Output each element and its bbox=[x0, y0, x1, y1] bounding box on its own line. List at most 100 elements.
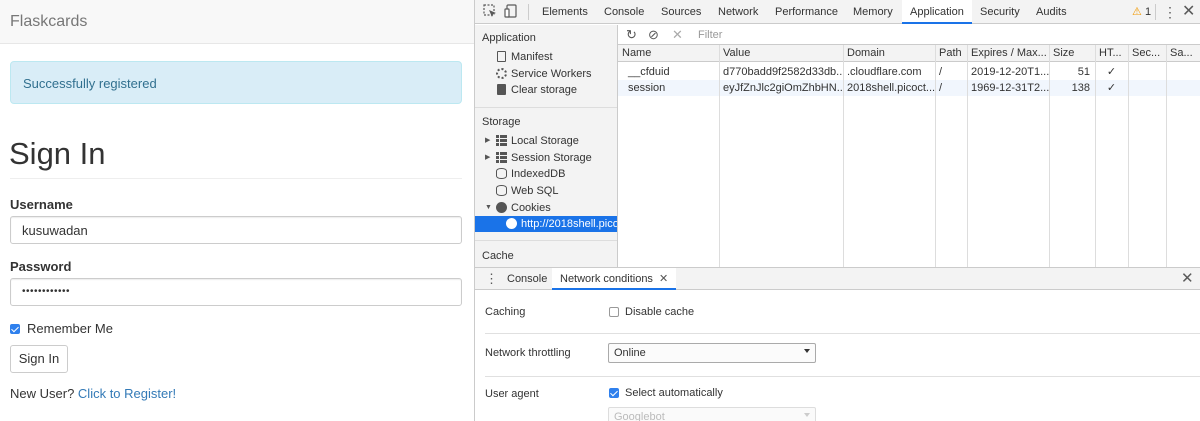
sidebar-header-cache: Cache bbox=[482, 250, 514, 262]
close-tab-icon[interactable]: ✕ bbox=[659, 273, 668, 285]
sidebar-item-indexeddb[interactable]: IndexedDB bbox=[475, 166, 617, 182]
column-divider[interactable] bbox=[935, 45, 936, 267]
sidebar-item-session-storage[interactable]: ▶ Session Storage bbox=[475, 150, 617, 166]
sidebar-item-label: Cookies bbox=[511, 202, 551, 214]
tab-sources[interactable]: Sources bbox=[661, 0, 701, 24]
user-agent-label: User agent bbox=[485, 388, 539, 400]
column-divider[interactable] bbox=[1166, 45, 1167, 267]
sidebar-item-service-workers[interactable]: Service Workers bbox=[475, 66, 617, 82]
tab-memory[interactable]: Memory bbox=[853, 0, 893, 24]
register-link[interactable]: Click to Register! bbox=[78, 386, 176, 401]
column-header-name[interactable]: Name bbox=[618, 45, 719, 62]
brand-link[interactable]: Flaskcards bbox=[10, 13, 87, 31]
tab-application[interactable]: Application bbox=[902, 0, 972, 24]
tab-security[interactable]: Security bbox=[980, 0, 1020, 24]
warning-count: 1 bbox=[1144, 6, 1152, 18]
sidebar-item-label: Session Storage bbox=[511, 152, 592, 164]
column-divider[interactable] bbox=[1095, 45, 1096, 267]
drawer-tab-network-conditions[interactable]: Network conditions ✕ bbox=[552, 268, 677, 290]
column-header-path[interactable]: Path bbox=[935, 45, 967, 62]
cell-domain: 2018shell.picoct... bbox=[847, 82, 935, 94]
expand-arrow-icon[interactable]: ▶ bbox=[485, 133, 490, 149]
network-conditions-panel: Caching Disable cache Network throttling… bbox=[475, 290, 1200, 421]
column-divider[interactable] bbox=[967, 45, 968, 267]
inspect-element-icon[interactable] bbox=[482, 4, 498, 20]
close-drawer-icon[interactable]: ✕ bbox=[1181, 269, 1194, 289]
tab-performance[interactable]: Performance bbox=[775, 0, 838, 24]
cell-expires: 1969-12-31T2... bbox=[971, 82, 1049, 94]
column-header-size[interactable]: Size bbox=[1049, 45, 1095, 62]
column-divider[interactable] bbox=[719, 45, 720, 267]
throttling-value: Online bbox=[614, 347, 646, 359]
sidebar-item-label: http://2018shell.picoctf.com bbox=[521, 218, 618, 230]
user-agent-select[interactable]: Googlebot bbox=[608, 407, 816, 421]
warning-icon: ⚠ bbox=[1132, 6, 1142, 18]
cookie-filter-input[interactable] bbox=[694, 26, 954, 43]
remember-checkbox[interactable] bbox=[10, 323, 20, 334]
username-input[interactable]: kusuwadan bbox=[10, 216, 462, 244]
devtools-panel: Elements Console Sources Network Perform… bbox=[474, 0, 1200, 421]
warnings-counter[interactable]: ⚠ 1 bbox=[1132, 0, 1151, 24]
tab-network[interactable]: Network bbox=[718, 0, 758, 24]
disable-cache-option[interactable]: Disable cache bbox=[609, 306, 694, 318]
tab-elements[interactable]: Elements bbox=[542, 0, 588, 24]
tab-console[interactable]: Console bbox=[604, 0, 644, 24]
throttling-select[interactable]: Online bbox=[608, 343, 816, 363]
column-divider[interactable] bbox=[1128, 45, 1129, 267]
collapse-arrow-icon[interactable]: ▼ bbox=[485, 200, 492, 216]
column-header-expires[interactable]: Expires / Max... bbox=[967, 45, 1049, 62]
select-automatically-checkbox[interactable] bbox=[609, 388, 619, 398]
select-automatically-option[interactable]: Select automatically bbox=[609, 387, 723, 399]
sidebar-item-clear-storage[interactable]: Clear storage bbox=[475, 82, 617, 98]
sidebar-item-label: Manifest bbox=[511, 51, 553, 63]
cell-domain: .cloudflare.com bbox=[847, 66, 922, 78]
toolbar-separator bbox=[1155, 4, 1156, 20]
title-divider bbox=[10, 178, 462, 179]
devtools-toolbar: Elements Console Sources Network Perform… bbox=[475, 0, 1200, 24]
sidebar-item-web-sql[interactable]: Web SQL bbox=[475, 183, 617, 199]
sidebar-item-manifest[interactable]: Manifest bbox=[475, 49, 617, 65]
column-header-domain[interactable]: Domain bbox=[843, 45, 935, 62]
delete-selected-icon[interactable]: ✕ bbox=[672, 27, 683, 43]
sidebar-item-local-storage[interactable]: ▶ Local Storage bbox=[475, 133, 617, 149]
column-divider[interactable] bbox=[843, 45, 844, 267]
clear-all-icon[interactable]: ⊘ bbox=[648, 27, 659, 43]
cell-secure bbox=[1128, 64, 1166, 80]
column-header-httponly[interactable]: HT... bbox=[1095, 45, 1128, 62]
drawer-menu-icon[interactable]: ⋮ bbox=[485, 271, 498, 286]
table-row[interactable]: __cfduid d770badd9f2582d33db... .cloudfl… bbox=[618, 64, 1200, 80]
column-header-value[interactable]: Value bbox=[719, 45, 843, 62]
column-header-secure[interactable]: Sec... bbox=[1128, 45, 1166, 62]
refresh-icon[interactable]: ↻ bbox=[626, 27, 637, 43]
database-icon bbox=[496, 168, 507, 179]
gear-icon bbox=[496, 68, 507, 79]
password-label: Password bbox=[10, 259, 72, 274]
expand-arrow-icon[interactable]: ▶ bbox=[485, 150, 490, 166]
tab-audits[interactable]: Audits bbox=[1036, 0, 1067, 24]
sign-in-button[interactable]: Sign In bbox=[10, 345, 68, 373]
table-grid-icon bbox=[496, 152, 507, 163]
drawer-tab-console[interactable]: Console bbox=[507, 268, 547, 290]
close-devtools-icon[interactable]: ✕ bbox=[1182, 0, 1195, 24]
user-agent-value: Googlebot bbox=[614, 411, 665, 421]
customize-menu-icon[interactable]: ⋮ bbox=[1163, 0, 1177, 24]
throttling-label: Network throttling bbox=[485, 347, 571, 359]
cell-value: eyJfZnJlc2giOmZhbHN... bbox=[723, 82, 843, 94]
remember-me[interactable]: Remember Me bbox=[10, 321, 113, 336]
section-divider bbox=[485, 376, 1200, 377]
column-header-samesite[interactable]: Sa... bbox=[1166, 45, 1200, 62]
sidebar-item-cookies[interactable]: ▼ Cookies bbox=[475, 200, 617, 216]
sidebar-item-label: Local Storage bbox=[511, 135, 579, 147]
document-icon bbox=[497, 51, 506, 62]
password-input[interactable]: •••••••••••• bbox=[10, 278, 462, 306]
column-divider[interactable] bbox=[1049, 45, 1050, 267]
device-toolbar-icon[interactable] bbox=[503, 4, 519, 20]
web-page: Flaskcards Successfully registered Sign … bbox=[0, 0, 474, 421]
new-user-text: New User? Click to Register! bbox=[10, 386, 176, 401]
cell-httponly: ✓ bbox=[1106, 82, 1117, 94]
cell-value: d770badd9f2582d33db... bbox=[723, 66, 843, 78]
table-grid-icon bbox=[496, 135, 507, 146]
disable-cache-checkbox[interactable] bbox=[609, 307, 619, 317]
table-row[interactable]: session eyJfZnJlc2giOmZhbHN... 2018shell… bbox=[618, 80, 1200, 96]
sidebar-item-cookie-origin[interactable]: http://2018shell.picoctf.com bbox=[475, 216, 618, 232]
